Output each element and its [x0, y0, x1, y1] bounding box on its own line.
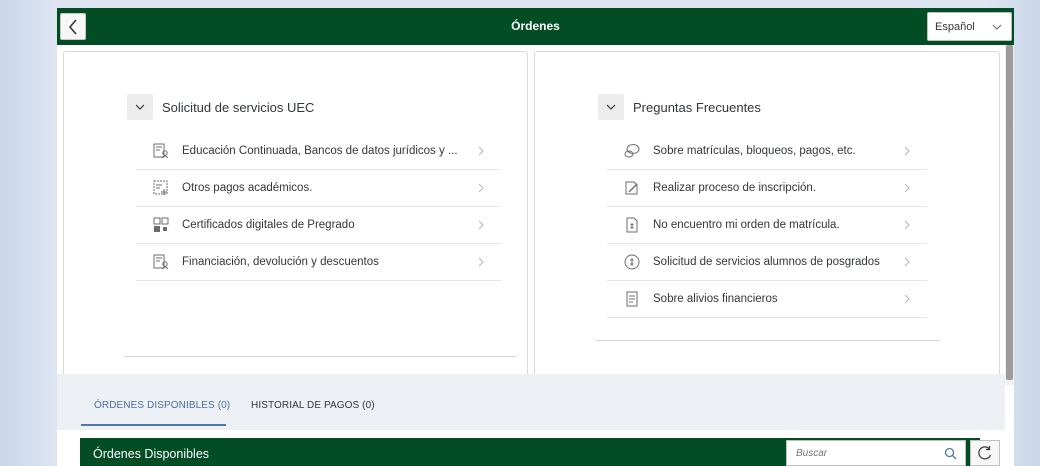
search-field[interactable] [786, 440, 966, 466]
chevron-down-icon [992, 24, 1002, 30]
scrollbar[interactable] [1005, 45, 1014, 385]
refresh-button[interactable] [970, 440, 1000, 466]
list-item[interactable]: Sobre alivios financieros [607, 281, 927, 318]
tab-bar: ÓRDENES DISPONIBLES (0) HISTORIAL DE PAG… [57, 374, 1005, 430]
list-item-label: Solicitud de servicios alumnos de posgra… [653, 256, 880, 268]
card-footer-divider [124, 356, 517, 357]
services-card: Solicitud de servicios UEC Educación Con… [63, 51, 528, 378]
faq-group-header[interactable]: Preguntas Frecuentes [598, 94, 761, 120]
app-frame: Órdenes Español Solicitud de servicios U… [57, 8, 1014, 466]
document-person-icon [150, 251, 172, 273]
chevron-right-icon [478, 220, 484, 230]
refresh-icon [978, 446, 992, 460]
document-currency-icon [621, 214, 643, 236]
chevron-right-icon [904, 146, 910, 156]
list-item[interactable]: Financiación, devolución y descuentos [136, 244, 501, 281]
list-item-label: Educación Continuada, Bancos de datos ju… [182, 145, 458, 157]
list-item[interactable]: Otros pagos académicos. [136, 170, 501, 207]
chevron-right-icon [478, 257, 484, 267]
list-item[interactable]: Sobre matrículas, bloqueos, pagos, etc. [607, 133, 927, 170]
chevron-right-icon [904, 294, 910, 304]
list-item[interactable]: Realizar proceso de inscripción. [607, 170, 927, 207]
services-group-header[interactable]: Solicitud de servicios UEC [127, 94, 314, 120]
search-input[interactable] [796, 447, 936, 459]
language-value: Español [935, 20, 975, 33]
collapse-button[interactable] [598, 94, 624, 120]
chat-bubbles-icon [621, 140, 643, 162]
card-footer-divider [595, 340, 940, 341]
table-title: Órdenes Disponibles [93, 447, 210, 461]
page-title: Órdenes [511, 19, 560, 33]
tab-payment-history[interactable]: HISTORIAL DE PAGOS (0) [251, 400, 375, 411]
scrollbar-thumb[interactable] [1006, 45, 1013, 380]
services-list: Educación Continuada, Bancos de datos ju… [136, 133, 501, 281]
list-item-label: Sobre alivios financieros [653, 293, 778, 305]
document-list-icon [621, 288, 643, 310]
chevron-down-icon [606, 104, 616, 110]
tab-available-orders[interactable]: ÓRDENES DISPONIBLES (0) [94, 400, 230, 411]
chevron-right-icon [904, 257, 910, 267]
faq-list: Sobre matrículas, bloqueos, pagos, etc. … [607, 133, 927, 318]
list-item[interactable]: Certificados digitales de Pregrado [136, 207, 501, 244]
list-item-label: Certificados digitales de Pregrado [182, 219, 355, 231]
chevron-right-icon [904, 220, 910, 230]
services-group-title: Solicitud de servicios UEC [162, 99, 315, 115]
shell-bar: Órdenes Español [57, 8, 1014, 45]
form-add-icon [150, 177, 172, 199]
money-hand-icon [621, 251, 643, 273]
chevron-down-icon [135, 104, 145, 110]
language-select[interactable]: Español [927, 12, 1012, 41]
list-item[interactable]: No encuentro mi orden de matrícula. [607, 207, 927, 244]
list-item-label: Otros pagos académicos. [182, 182, 313, 194]
chevron-right-icon [478, 183, 484, 193]
qr-code-icon [150, 214, 172, 236]
document-person-icon [150, 140, 172, 162]
active-tab-indicator [81, 424, 226, 426]
list-item-label: Financiación, devolución y descuentos [182, 256, 379, 268]
faq-card: Preguntas Frecuentes Sobre matrículas, b… [534, 51, 1000, 378]
list-item-label: Sobre matrículas, bloqueos, pagos, etc. [653, 145, 856, 157]
search-icon[interactable] [944, 447, 957, 460]
list-item[interactable]: Solicitud de servicios alumnos de posgra… [607, 244, 927, 281]
list-item[interactable]: Educación Continuada, Bancos de datos ju… [136, 133, 501, 170]
chevron-right-icon [904, 183, 910, 193]
chevron-right-icon [478, 146, 484, 156]
list-item-label: Realizar proceso de inscripción. [653, 182, 816, 194]
list-item-label: No encuentro mi orden de matrícula. [653, 219, 840, 231]
orders-table-toolbar: Órdenes Disponibles [80, 438, 1000, 466]
edit-document-icon [621, 177, 643, 199]
collapse-button[interactable] [127, 94, 153, 120]
faq-group-title: Preguntas Frecuentes [633, 99, 761, 115]
